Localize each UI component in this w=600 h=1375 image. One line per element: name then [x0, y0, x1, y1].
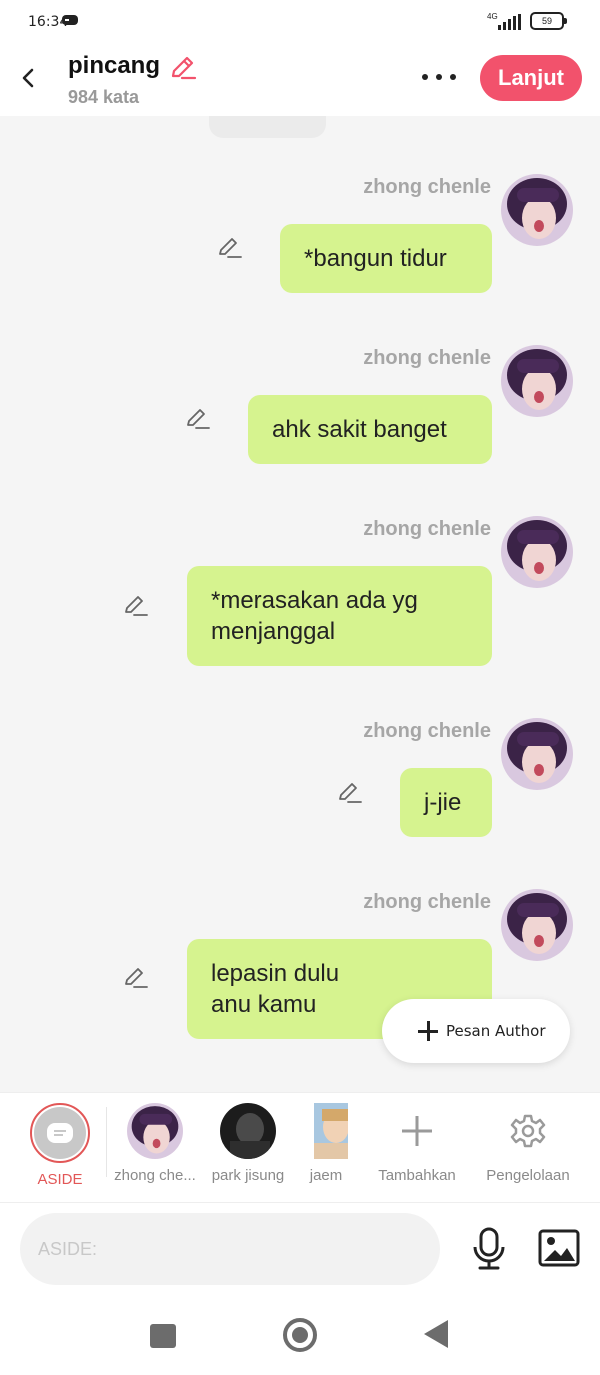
- divider: [106, 1107, 107, 1177]
- edit-message-button[interactable]: [185, 405, 211, 431]
- home-button[interactable]: [283, 1318, 317, 1352]
- story-title: pincang: [68, 52, 161, 79]
- input-bar: [0, 1202, 600, 1296]
- pencil-icon: [125, 596, 148, 616]
- character-jaem[interactable]: jaem: [304, 1103, 348, 1184]
- edit-message-button[interactable]: [123, 592, 149, 618]
- recent-apps-button[interactable]: [150, 1324, 176, 1348]
- aside-icon: [34, 1107, 86, 1159]
- pencil-icon: [339, 783, 362, 803]
- character-label: zhong che...: [114, 1167, 196, 1184]
- message-author: zhong chenle: [363, 347, 491, 369]
- edit-message-button[interactable]: [217, 234, 243, 260]
- add-character-label: Tambahkan: [378, 1167, 456, 1184]
- author-message-label: Pesan Author: [446, 1022, 546, 1040]
- avatar[interactable]: [501, 174, 573, 246]
- chevron-left-icon: [22, 68, 34, 88]
- avatar[interactable]: [501, 345, 573, 417]
- message-bubble[interactable]: j-jie: [400, 768, 492, 837]
- microphone-icon: [473, 1227, 505, 1270]
- author-message-button[interactable]: Pesan Author: [382, 999, 570, 1063]
- word-count: 984 kata: [68, 87, 140, 107]
- character-label: park jisung: [211, 1167, 285, 1184]
- character-label: jaem: [309, 1167, 343, 1184]
- message-author: zhong chenle: [363, 720, 491, 742]
- image-icon: [538, 1229, 580, 1267]
- message-author: zhong chenle: [363, 176, 491, 198]
- message-bubble[interactable]: ahk sakit banget: [248, 395, 492, 464]
- pencil-icon: [171, 56, 197, 80]
- plus-icon: [418, 1021, 438, 1041]
- aside-label: ASIDE: [37, 1171, 83, 1188]
- message-bubble[interactable]: *merasakan ada yg menjanggal: [187, 566, 492, 666]
- manage-characters-button[interactable]: Pengelolaan: [480, 1103, 576, 1184]
- edit-message-button[interactable]: [123, 964, 149, 990]
- network-type: 4G: [487, 12, 498, 21]
- back-button[interactable]: [14, 64, 42, 92]
- manage-characters-label: Pengelolaan: [486, 1167, 570, 1184]
- gear-icon: [500, 1103, 556, 1159]
- character-bar: ASIDE zhong che... park jisung jaem Tamb…: [0, 1092, 600, 1202]
- chat-header: pincang 984 kata Lanjut: [0, 44, 600, 116]
- character-zhong-chenle[interactable]: zhong che...: [112, 1103, 198, 1184]
- avatar[interactable]: [501, 889, 573, 961]
- more-options-button[interactable]: [420, 64, 458, 90]
- character-park-jisung[interactable]: park jisung: [206, 1103, 290, 1184]
- status-bar: 16:34 4G 59: [0, 0, 600, 44]
- image-button[interactable]: [538, 1229, 580, 1267]
- signal-icon: [498, 14, 522, 30]
- message-bubble[interactable]: *bangun tidur: [280, 224, 492, 293]
- avatar: [220, 1103, 276, 1159]
- pencil-icon: [125, 968, 148, 988]
- message-author: zhong chenle: [363, 518, 491, 540]
- edit-title-button[interactable]: [168, 52, 198, 82]
- microphone-button[interactable]: [470, 1227, 508, 1271]
- pencil-icon: [219, 238, 242, 258]
- plus-icon: [389, 1103, 445, 1159]
- avatar: [127, 1103, 183, 1159]
- avatar[interactable]: [501, 516, 573, 588]
- edit-message-button[interactable]: [337, 779, 363, 805]
- avatar: [314, 1103, 348, 1159]
- add-character-button[interactable]: Tambahkan: [372, 1103, 462, 1184]
- previous-bubble: [209, 116, 326, 138]
- battery-icon: 59: [530, 12, 567, 30]
- gamepad-icon: [62, 15, 78, 25]
- message-author: zhong chenle: [363, 891, 491, 913]
- system-nav-bar: [0, 1296, 600, 1375]
- message-input[interactable]: [20, 1213, 440, 1285]
- pencil-icon: [187, 409, 210, 429]
- character-aside[interactable]: ASIDE: [26, 1103, 94, 1188]
- next-button[interactable]: Lanjut: [480, 55, 582, 101]
- avatar[interactable]: [501, 718, 573, 790]
- system-back-button[interactable]: [424, 1320, 448, 1348]
